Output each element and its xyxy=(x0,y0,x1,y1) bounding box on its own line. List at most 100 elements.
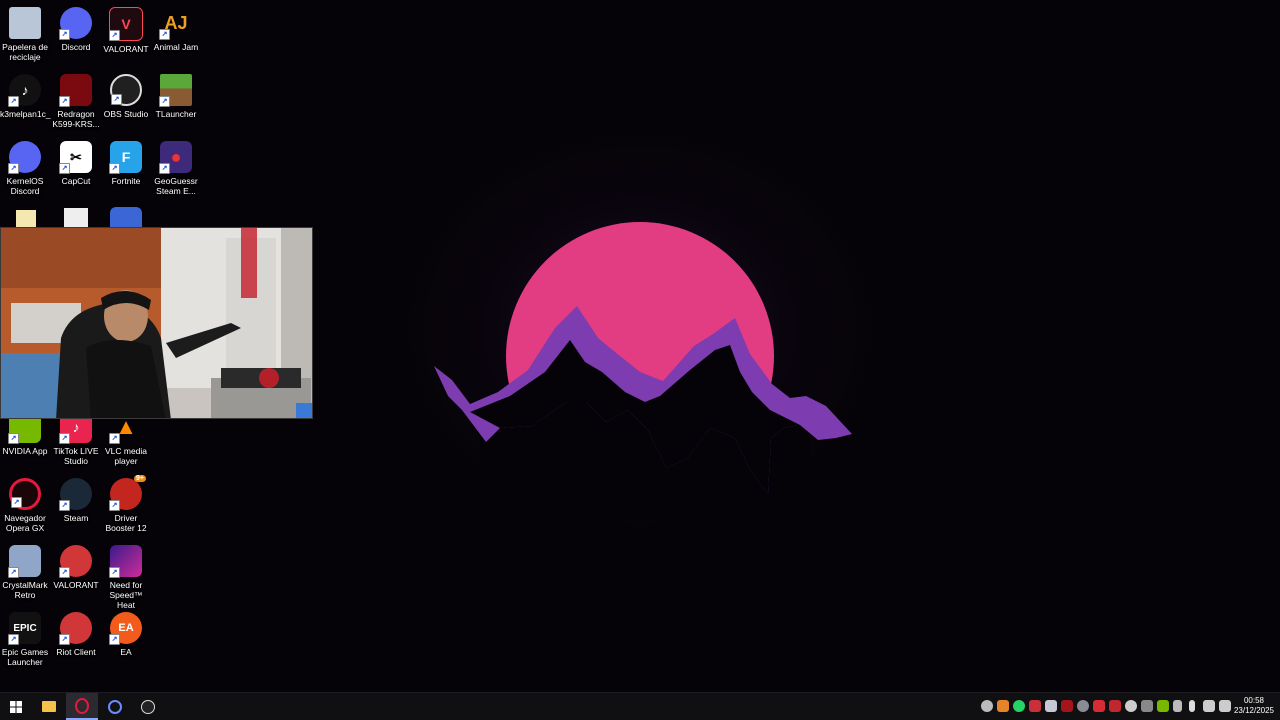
tray-microphone-icon[interactable] xyxy=(1189,700,1195,712)
tray-chat-icon[interactable] xyxy=(1029,700,1041,712)
obs-icon xyxy=(141,699,155,714)
app-circle-icon xyxy=(108,699,122,714)
desktop-icon-tiktok-profile[interactable]: ♪ ↗ k3melpan1c_ xyxy=(0,69,51,119)
desktop-icon-kernelos-discord[interactable]: ↗ KernelOS Discord xyxy=(0,136,50,196)
desktop-icon-valorant-2[interactable]: ↗ VALORANT xyxy=(51,540,101,590)
shortcut-arrow-icon: ↗ xyxy=(109,634,120,645)
desktop-icon-crystalmark[interactable]: ↗ CrystalMark Retro xyxy=(0,540,50,600)
desktop-icon-recycle-bin[interactable]: Papelera de reciclaje xyxy=(0,2,50,62)
shortcut-arrow-icon: ↗ xyxy=(159,163,170,174)
tray-network-icon[interactable] xyxy=(1203,700,1215,712)
tiktok-glyph-icon: ♪ xyxy=(21,82,29,98)
shortcut-arrow-icon: ↗ xyxy=(109,500,120,511)
icon-label: Riot Client xyxy=(56,647,96,657)
icon-label: Discord xyxy=(61,42,91,52)
desktop-icon-fortnite[interactable]: F ↗ Fortnite xyxy=(101,136,151,186)
desktop-icon-capcut[interactable]: ✂ ↗ CapCut xyxy=(51,136,101,186)
desktop-icon-driver-booster[interactable]: 9+ ↗ Driver Booster 12 xyxy=(101,473,151,533)
animal-jam-icon: AJ ↗ xyxy=(159,7,192,40)
shortcut-arrow-icon: ↗ xyxy=(59,29,70,40)
fortnite-glyph: F xyxy=(121,149,131,165)
desktop-icon-steam[interactable]: ↗ Steam xyxy=(51,473,101,523)
desktop-icon-ea[interactable]: EA ↗ EA xyxy=(101,607,151,657)
partial-icon-roblox xyxy=(64,208,88,228)
icon-label: Papelera de reciclaje xyxy=(2,42,48,62)
taskbar-clock[interactable]: 00:58 23/12/2025 xyxy=(1234,696,1274,716)
tray-usb-icon[interactable] xyxy=(1173,700,1182,712)
desktop: Papelera de reciclaje ♪ ↗ k3melpan1c_ ↗ K… xyxy=(0,0,1280,692)
icon-label: Steam xyxy=(63,513,89,523)
geoguessr-pin-icon: ● ↗ xyxy=(159,141,192,174)
valorant-icon: V ↗ xyxy=(109,7,143,41)
taskbar-opera-gx[interactable] xyxy=(66,693,98,720)
shortcut-arrow-icon: ↗ xyxy=(59,634,70,645)
taskbar-obs[interactable] xyxy=(132,693,164,720)
crystalmark-icon: ↗ xyxy=(8,545,41,578)
capcut-glyph-icon: ✂ xyxy=(70,148,82,165)
icon-label: OBS Studio xyxy=(103,109,149,119)
desktop-icon-redragon[interactable]: ↗ Redragon K599-KRS... xyxy=(51,69,101,129)
shortcut-arrow-icon: ↗ xyxy=(109,567,120,578)
desktop-icon-geoguessr[interactable]: ● ↗ GeoGuessr Steam E... xyxy=(151,136,201,196)
desktop-icon-obs[interactable]: ↗ OBS Studio xyxy=(101,69,151,119)
partial-icon-app xyxy=(110,207,142,228)
desktop-icon-animal-jam[interactable]: AJ ↗ Animal Jam xyxy=(151,2,201,53)
shortcut-arrow-icon: ↗ xyxy=(159,29,170,40)
desktop-icon-nfs-heat[interactable]: ↗ Need for Speed™ Heat xyxy=(101,540,151,610)
desktop-icon-tlauncher[interactable]: ↗ TLauncher xyxy=(151,69,201,119)
icon-label: KernelOS Discord xyxy=(6,176,44,196)
icon-label: TikTok LIVE Studio xyxy=(53,446,99,466)
icon-label: CrystalMark Retro xyxy=(2,580,48,600)
tray-discord-icon[interactable] xyxy=(1045,700,1057,712)
tiktok-icon: ♪ ↗ xyxy=(8,74,41,107)
clock-time: 00:58 xyxy=(1243,696,1264,705)
notification-badge: 9+ xyxy=(134,475,146,482)
capcut-icon: ✂ ↗ xyxy=(59,141,92,174)
icon-label: NVIDIA App xyxy=(2,446,48,456)
desktop-icon-epic-games[interactable]: EPIC ↗ Epic Games Launcher xyxy=(0,607,50,667)
tray-whatsapp-icon[interactable] xyxy=(1013,700,1025,712)
start-button[interactable] xyxy=(0,693,32,720)
discord-icon: ↗ xyxy=(59,7,92,40)
tray-keyboard-icon[interactable] xyxy=(1109,700,1121,712)
icon-label: VLC media player xyxy=(104,446,148,466)
shortcut-arrow-icon: ↗ xyxy=(109,163,120,174)
tray-red-app-icon[interactable] xyxy=(1093,700,1105,712)
tray-redragon-icon[interactable] xyxy=(1061,700,1073,712)
shortcut-arrow-icon: ↗ xyxy=(59,567,70,578)
shortcut-arrow-icon: ↗ xyxy=(59,96,70,107)
shortcut-arrow-icon: ↗ xyxy=(8,96,19,107)
ea-glyph: EA xyxy=(118,622,134,634)
icon-label: Navegador Opera GX xyxy=(4,513,46,533)
tray-language-icon[interactable] xyxy=(1141,700,1153,712)
taskbar-file-explorer[interactable] xyxy=(33,693,65,720)
opera-gx-icon xyxy=(75,697,89,714)
tray-nvidia-icon[interactable] xyxy=(1157,700,1169,712)
fortnite-icon: F ↗ xyxy=(109,141,142,174)
ea-icon: EA ↗ xyxy=(109,612,142,645)
tray-shield-icon[interactable] xyxy=(981,700,993,712)
shortcut-arrow-icon: ↗ xyxy=(8,163,19,174)
tray-volume-icon[interactable] xyxy=(1219,700,1231,712)
desktop-icon-opera-gx[interactable]: ↗ Navegador Opera GX xyxy=(0,473,50,533)
icon-label: GeoGuessr Steam E... xyxy=(154,176,198,196)
redragon-icon: ↗ xyxy=(59,74,92,107)
riot-client-icon: ↗ xyxy=(59,612,92,645)
desktop-icon-valorant[interactable]: V ↗ VALORANT xyxy=(101,2,151,54)
tiktok-glyph-icon: ♪ xyxy=(72,419,80,435)
epic-glyph: EPIC xyxy=(13,622,37,634)
desktop-icon-discord[interactable]: ↗ Discord xyxy=(51,2,101,52)
tray-steam-icon[interactable] xyxy=(1077,700,1089,712)
obs-icon: ↗ xyxy=(110,74,142,106)
desktop-icon-riot-client[interactable]: ↗ Riot Client xyxy=(51,607,101,657)
folder-icon xyxy=(42,701,56,712)
webcam-overlay xyxy=(0,227,313,419)
taskbar-app-circle[interactable] xyxy=(99,693,131,720)
shortcut-arrow-icon: ↗ xyxy=(59,163,70,174)
tray-github-icon[interactable] xyxy=(1125,700,1137,712)
grass-block-icon: ↗ xyxy=(159,74,192,107)
tray-orange-app-icon[interactable] xyxy=(997,700,1009,712)
discord-icon: ↗ xyxy=(8,141,41,174)
icon-label: Epic Games Launcher xyxy=(1,647,49,667)
shortcut-arrow-icon: ↗ xyxy=(8,567,19,578)
